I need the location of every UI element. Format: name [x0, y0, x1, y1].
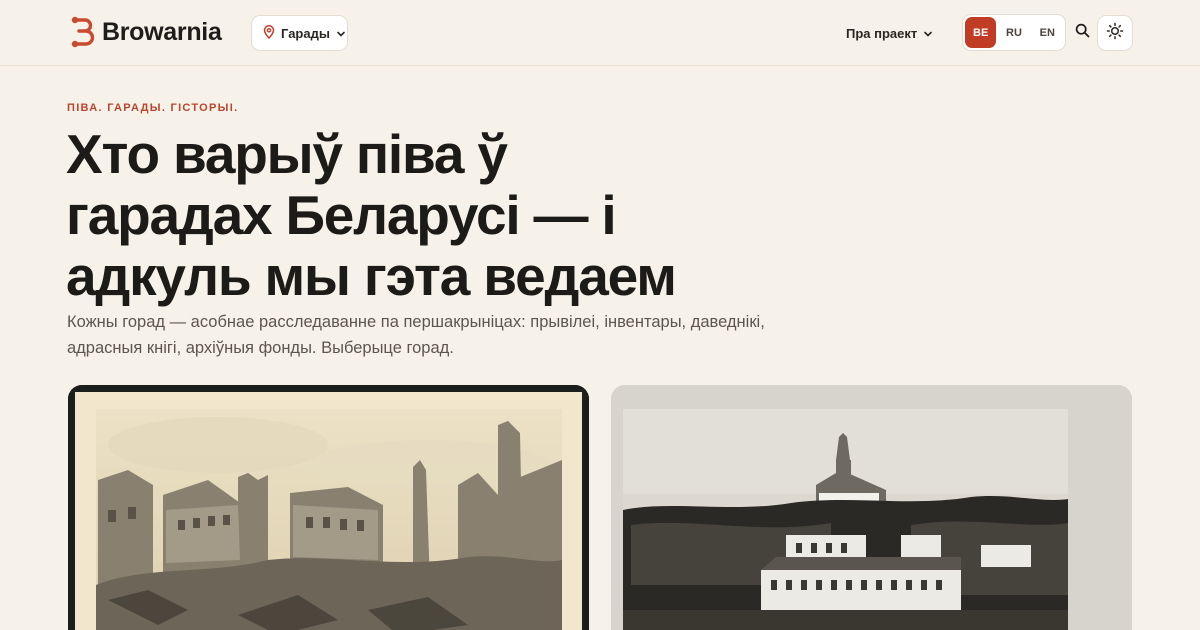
brand-name: Browarnia: [102, 17, 222, 46]
city-card[interactable]: [68, 385, 589, 630]
page-title-line: Хто варыў піва ў: [66, 123, 508, 185]
search-button[interactable]: [1070, 20, 1094, 46]
language-en-button[interactable]: EN: [1032, 17, 1063, 48]
hero-lead-line: адрасныя кнігі, архіўныя фонды. Выберыце…: [67, 339, 454, 357]
page-title-line: адкуль мы гэта ведаем: [66, 245, 677, 307]
site-header: Browarnia Гарады Пра праект BE RU EN: [0, 0, 1200, 66]
page-title-line: гарадах Беларусі — і: [66, 184, 617, 246]
map-pin-icon: [263, 24, 275, 42]
about-menu-label: Пра праект: [846, 25, 918, 41]
chevron-down-icon: [336, 26, 346, 41]
cities-dropdown-button[interactable]: Гарады: [251, 15, 348, 51]
page-title: Хто варыў піва ў гарадах Беларусі — і ад…: [66, 124, 786, 307]
brand-logo[interactable]: Browarnia: [70, 15, 222, 49]
city-card-photo: [611, 385, 1132, 630]
language-switcher: BE RU EN: [962, 14, 1066, 51]
search-icon: [1075, 23, 1090, 43]
city-card[interactable]: [611, 385, 1132, 630]
about-menu-button[interactable]: Пра праект: [838, 19, 941, 47]
hero-lead-line: Кожны горад — асобнае расследаванне па п…: [67, 313, 765, 331]
language-be-button[interactable]: BE: [965, 17, 997, 48]
chevron-down-icon: [923, 26, 933, 41]
theme-toggle-button[interactable]: [1097, 15, 1133, 51]
sun-icon: [1106, 22, 1124, 45]
brand-mark-icon: [70, 15, 96, 49]
hero-lead: Кожны горад — асобнае расследаванне па п…: [67, 309, 787, 361]
language-ru-button[interactable]: RU: [998, 17, 1029, 48]
hero-eyebrow: ПІВА. ГАРАДЫ. ГІСТОРЫІ.: [67, 102, 239, 114]
city-card-photo: [68, 385, 589, 630]
cities-dropdown-label: Гарады: [281, 25, 330, 41]
